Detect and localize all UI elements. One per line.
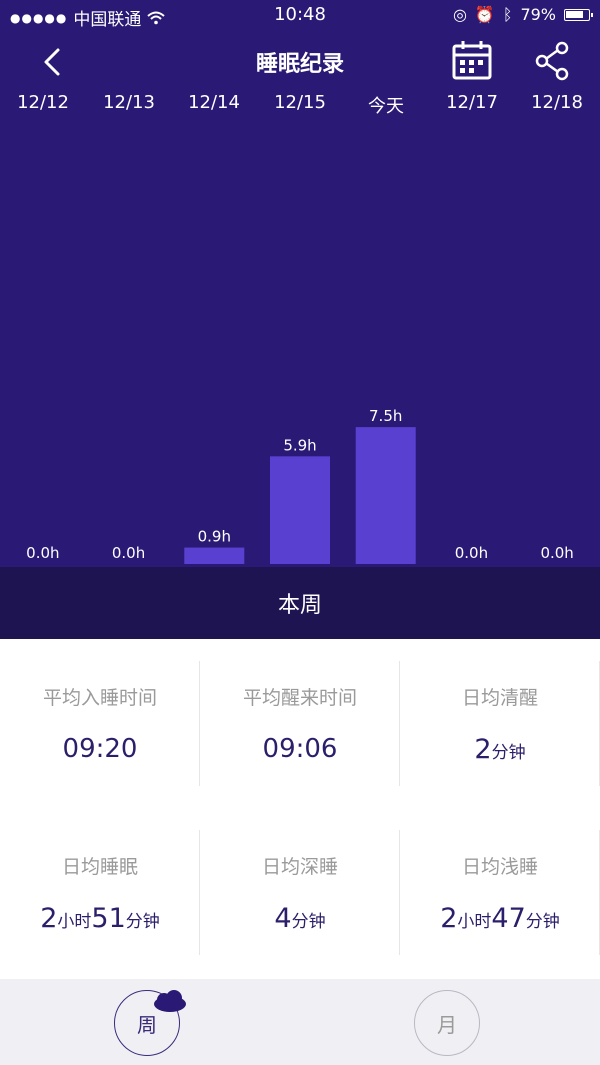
date-item[interactable]: 12/15: [257, 92, 343, 113]
share-icon: [535, 41, 569, 81]
stat-unit: 分钟: [125, 912, 160, 932]
stat-avg-wake-time: 平均醒来时间 09:06: [200, 661, 400, 786]
cloud-icon: [154, 990, 186, 1012]
week-label: 本周: [277, 593, 322, 618]
stat-unit: 分钟: [525, 912, 560, 932]
divider: [199, 830, 200, 955]
share-button[interactable]: [528, 38, 576, 84]
stat-number: 47: [491, 903, 526, 934]
stat-unit: 分钟: [491, 743, 526, 763]
stat-number: 4: [274, 903, 292, 934]
stat-unit: 小时: [457, 912, 492, 932]
stat-avg-sleep-time: 平均入睡时间 09:20: [0, 661, 200, 786]
stats-grid: 平均入睡时间 09:20 平均醒来时间 09:06 日均清醒 2分钟 日均睡眠 …: [0, 639, 600, 979]
stat-value: 2小时47分钟: [400, 903, 600, 934]
calendar-button[interactable]: [448, 38, 496, 84]
date-item[interactable]: 12/18: [514, 92, 600, 113]
status-bar: ●●●●● 中国联通 10:48 ◎ ⏰ ᛒ 79%: [0, 0, 600, 30]
tab-bar: 周 月: [0, 979, 600, 1065]
chart-bar-label: 7.5h: [369, 407, 402, 425]
stat-unit: 分钟: [291, 912, 326, 932]
stat-daily-awake: 日均清醒 2分钟: [400, 661, 600, 786]
stat-label: 日均睡眠: [61, 856, 138, 878]
stat-value: 2分钟: [400, 734, 600, 765]
battery-icon: [564, 8, 593, 21]
date-item[interactable]: 12/13: [86, 92, 172, 113]
chart-bar-label: 0.0h: [455, 544, 488, 562]
stat-value: 4分钟: [200, 903, 400, 934]
stat-label: 日均清醒: [461, 687, 538, 709]
stat-label: 日均深睡: [261, 856, 338, 878]
chart-bar-label: 5.9h: [283, 436, 316, 454]
calendar-icon: [452, 41, 492, 80]
divider: [399, 661, 400, 786]
stat-number: 51: [91, 903, 126, 934]
date-item[interactable]: 12/12: [0, 92, 86, 113]
stat-value: 2小时51分钟: [0, 903, 200, 934]
chart-bar[interactable]: [270, 456, 330, 564]
stat-value: 09:06: [262, 734, 338, 764]
chart-bar[interactable]: [184, 547, 245, 564]
stat-number: 2: [40, 903, 58, 934]
date-row: 12/12 12/13 12/14 12/15 今天 12/17 12/18: [0, 90, 600, 120]
stat-label: 日均浅睡: [461, 856, 538, 878]
date-item[interactable]: 12/14: [171, 92, 257, 113]
divider: [199, 661, 200, 786]
stat-label: 平均醒来时间: [242, 687, 357, 709]
alarm-icon: ⏰: [474, 5, 495, 24]
stat-number: 2: [440, 903, 458, 934]
week-label-band: 本周: [0, 567, 600, 639]
divider: [399, 830, 400, 955]
date-item[interactable]: 12/17: [429, 92, 515, 113]
stat-daily-sleep: 日均睡眠 2小时51分钟: [0, 830, 200, 955]
status-right: ◎ ⏰ ᛒ 79%: [452, 5, 593, 24]
location-icon: ◎: [452, 5, 467, 24]
tab-month[interactable]: 月: [414, 990, 480, 1056]
stat-daily-deep: 日均深睡 4分钟: [200, 830, 400, 955]
stat-number: 2: [474, 734, 492, 765]
chart-bar-label: 0.0h: [540, 544, 573, 562]
stat-unit: 小时: [57, 912, 92, 932]
bluetooth-icon: ᛒ: [502, 5, 513, 24]
stat-label: 平均入睡时间: [42, 687, 157, 709]
battery-percent: 79%: [520, 5, 556, 24]
page-title: 睡眠纪录: [255, 52, 344, 77]
chart-bar[interactable]: [355, 427, 416, 564]
stat-value: 09:20: [62, 734, 138, 764]
date-item-today[interactable]: 今天: [343, 92, 429, 118]
stat-daily-light: 日均浅睡 2小时47分钟: [400, 830, 600, 955]
chart-bar-label: 0.0h: [26, 544, 59, 562]
chart-bar-label: 0.9h: [198, 528, 231, 546]
nav-bar: 睡眠纪录: [0, 32, 600, 88]
chart-bar-label: 0.0h: [112, 544, 145, 562]
